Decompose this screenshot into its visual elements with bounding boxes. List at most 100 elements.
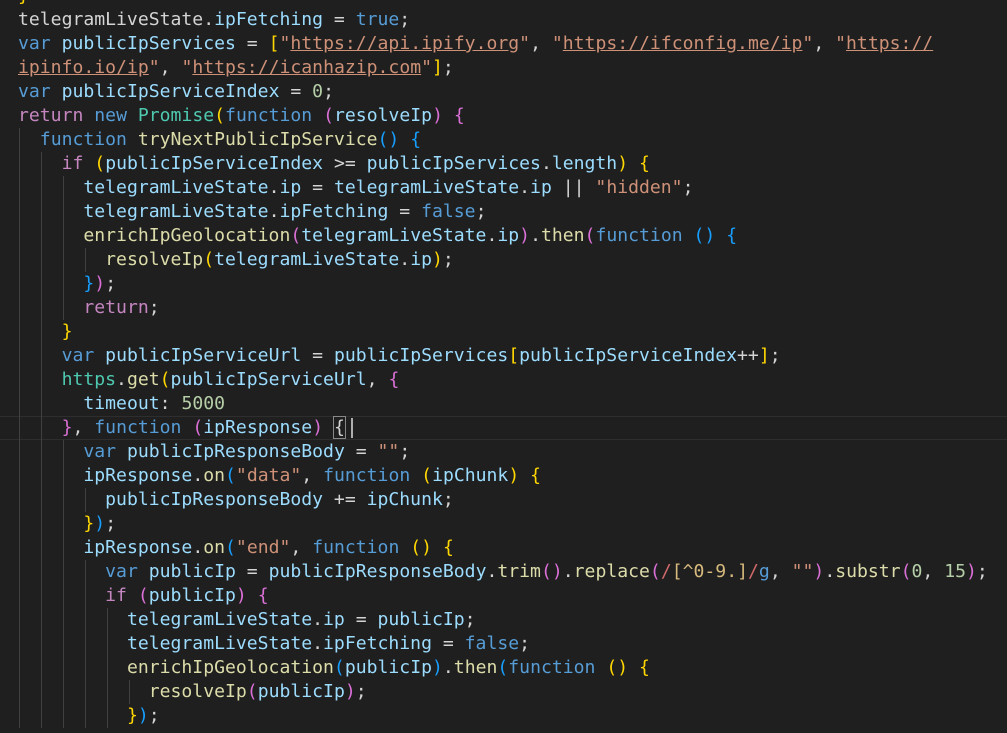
code-token: trim bbox=[497, 561, 541, 582]
code-token: ) bbox=[508, 465, 520, 486]
code-line[interactable]: timeout: 5000 bbox=[18, 392, 225, 416]
code-token: resolveIp bbox=[148, 681, 247, 702]
code-token: , bbox=[366, 369, 389, 390]
code-token: ; bbox=[148, 297, 160, 318]
code-token: function bbox=[225, 105, 313, 126]
code-token: { bbox=[639, 657, 650, 678]
code-line[interactable]: ipinfo.io/ip", "https://icanhazip.com"]; bbox=[18, 56, 454, 80]
code-token: { bbox=[410, 129, 422, 150]
code-line[interactable]: var publicIpServiceUrl = publicIpService… bbox=[18, 344, 781, 368]
code-token: ipFetching bbox=[279, 201, 389, 222]
code-line[interactable]: var publicIpServices = ["https://api.ipi… bbox=[18, 32, 933, 56]
code-line[interactable]: if (publicIpServiceIndex >= publicIpServ… bbox=[18, 152, 650, 176]
code-token: ipFetching bbox=[323, 633, 432, 654]
code-line[interactable]: resolveIp(publicIp); bbox=[18, 680, 367, 704]
code-line[interactable]: publicIpResponseBody += ipChunk; bbox=[18, 488, 454, 512]
code-line[interactable]: return; bbox=[18, 296, 160, 320]
code-line[interactable]: telegramLiveState.ipFetching = true; bbox=[18, 8, 410, 32]
code-token: ; bbox=[355, 681, 367, 702]
code-token: telegramLiveState bbox=[126, 609, 313, 630]
code-token: " bbox=[551, 33, 563, 54]
code-token: { bbox=[388, 369, 400, 390]
code-token: publicIpServiceUrl bbox=[105, 345, 302, 366]
code-line[interactable]: if (publicIp) { bbox=[18, 584, 269, 608]
code-token: Promise bbox=[137, 105, 215, 126]
code-token: https bbox=[61, 369, 117, 390]
code-token: = bbox=[301, 345, 334, 366]
code-token: ) bbox=[344, 681, 356, 702]
code-token: ) bbox=[966, 561, 977, 582]
code-editor[interactable]: } telegramLiveState.ipFetching = true; va… bbox=[0, 0, 1007, 733]
code-token: ; bbox=[682, 177, 694, 198]
code-token: [ bbox=[268, 33, 280, 54]
code-token: ( bbox=[421, 465, 433, 486]
code-token: ( bbox=[225, 465, 236, 486]
code-line[interactable]: resolveIp(telegramLiveState.ip); bbox=[18, 248, 454, 272]
code-token: publicIpServiceUrl bbox=[170, 369, 367, 390]
code-line[interactable]: telegramLiveState.ipFetching = false; bbox=[18, 632, 530, 656]
code-line[interactable]: ipResponse.on("end", function () { bbox=[18, 536, 453, 560]
code-token: >= bbox=[323, 153, 367, 174]
code-line[interactable]: telegramLiveState.ipFetching = false; bbox=[18, 200, 486, 224]
code-line[interactable]: enrichIpGeolocation(telegramLiveState.ip… bbox=[18, 224, 737, 248]
code-line[interactable]: telegramLiveState.ip = publicIp; bbox=[18, 608, 476, 632]
code-line[interactable]: function tryNextPublicIpService() { bbox=[18, 128, 421, 152]
code-line[interactable]: var publicIp = publicIpResponseBody.trim… bbox=[18, 560, 988, 584]
code-token: { bbox=[257, 585, 269, 606]
code-line[interactable]: return new Promise(function (resolveIp) … bbox=[18, 104, 465, 128]
code-line[interactable]: telegramLiveState.ip = telegramLiveState… bbox=[18, 176, 693, 200]
code-token: telegramLiveState bbox=[18, 9, 204, 30]
code-token: ) bbox=[617, 153, 629, 174]
code-token: timeout bbox=[83, 393, 160, 414]
code-token: } bbox=[61, 417, 73, 438]
code-token: function bbox=[595, 225, 683, 246]
code-line[interactable]: }); bbox=[18, 704, 160, 728]
code-token: += bbox=[323, 489, 367, 510]
code-line[interactable]: enrichIpGeolocation(publicIp).then(funct… bbox=[18, 656, 650, 680]
code-line[interactable]: }); bbox=[18, 512, 116, 536]
code-token: ) bbox=[432, 249, 443, 270]
code-line[interactable]: https.get(publicIpServiceUrl, { bbox=[18, 368, 400, 392]
code-token: 0 bbox=[911, 561, 923, 582]
code-line[interactable]: var publicIpResponseBody = ""; bbox=[18, 440, 410, 464]
code-line[interactable]: var publicIpServiceIndex = 0; bbox=[18, 80, 334, 104]
code-line[interactable]: }); bbox=[18, 272, 116, 296]
code-token: } bbox=[126, 705, 138, 726]
code-line[interactable]: }, function (ipResponse) { bbox=[18, 416, 346, 440]
code-line[interactable]: ipResponse.on("data", function (ipChunk)… bbox=[18, 464, 541, 488]
code-token: function bbox=[94, 417, 182, 438]
code-token: publicIpServices bbox=[366, 153, 541, 174]
code-token: ; bbox=[769, 345, 781, 366]
code-token: publicIp bbox=[377, 609, 465, 630]
code-token: . bbox=[486, 561, 498, 582]
code-token: ) bbox=[94, 513, 106, 534]
code-token: ) bbox=[432, 105, 443, 126]
code-token: ] bbox=[758, 345, 770, 366]
code-token: : bbox=[159, 393, 182, 414]
code-token: || bbox=[551, 177, 596, 198]
code-token: ; bbox=[976, 561, 988, 582]
code-token: ( bbox=[497, 657, 509, 678]
code-line[interactable]: } bbox=[18, 320, 73, 344]
code-token: ipResponse bbox=[203, 417, 313, 438]
code-token: () bbox=[693, 225, 716, 246]
code-token: new bbox=[94, 105, 127, 126]
code-token: , bbox=[769, 561, 792, 582]
code-token: . bbox=[203, 9, 215, 30]
code-token: . bbox=[312, 609, 324, 630]
code-token: ipResponse bbox=[83, 465, 193, 486]
code-token: ( bbox=[584, 225, 596, 246]
code-token: ; bbox=[442, 57, 454, 78]
code-token: . bbox=[268, 201, 280, 222]
code-token: ; bbox=[442, 489, 454, 510]
